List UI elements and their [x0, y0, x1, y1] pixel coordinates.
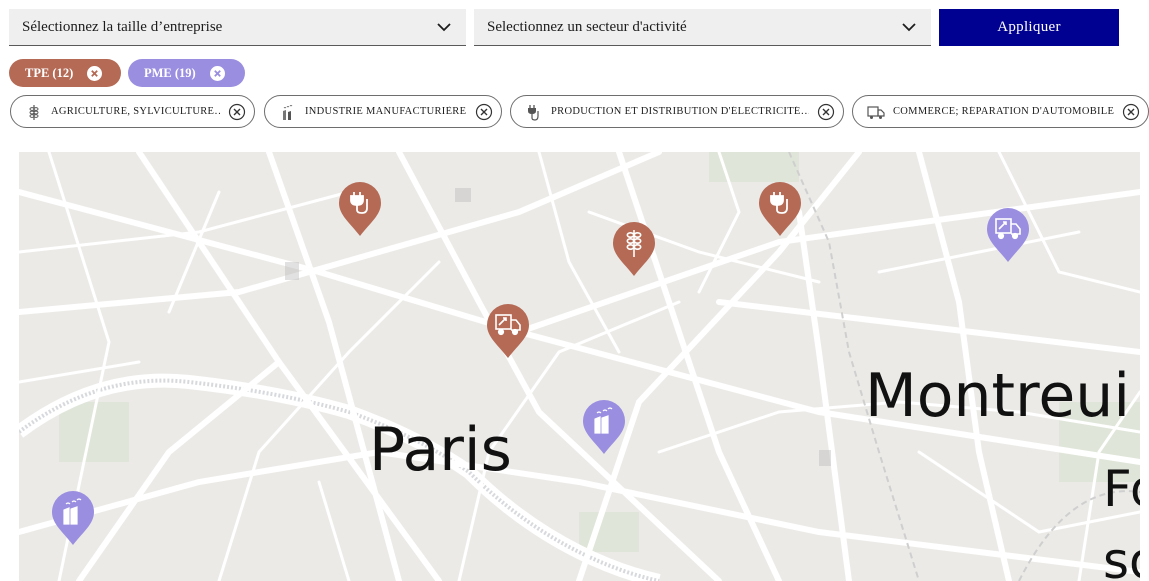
remove-icon[interactable] — [209, 65, 225, 81]
apply-button[interactable]: Appliquer — [939, 9, 1119, 46]
company-size-select[interactable]: Sélectionnez la taille d’entreprise — [9, 9, 466, 46]
map-label-montreuil: Montreui — [865, 361, 1130, 431]
sector-select[interactable]: Selectionnez un secteur d'activité — [474, 9, 931, 46]
remove-icon[interactable] — [228, 103, 246, 121]
tag-label: AGRICULTURE, SYLVICULTURE… — [51, 106, 220, 117]
tag-commerce[interactable]: COMMERCE; RÉPARATION D'AUTOMOBILES… — [852, 95, 1149, 128]
map-marker-pme-industrie[interactable] — [50, 490, 96, 546]
remove-icon[interactable] — [1122, 103, 1140, 121]
tag-label: COMMERCE; RÉPARATION D'AUTOMOBILES… — [893, 106, 1114, 117]
delivery-truck-icon — [455, 188, 471, 202]
chevron-down-icon — [902, 23, 916, 32]
map-label-paris: Paris — [369, 415, 512, 485]
remove-icon[interactable] — [87, 65, 103, 81]
map-marker-tpe-electricite[interactable] — [757, 181, 803, 237]
map-marker-tpe-agriculture[interactable] — [611, 221, 657, 277]
map-marker-tpe-electricite[interactable] — [337, 181, 383, 237]
map-tiles: Paris Montreui Fo so — [19, 152, 1140, 581]
plug-icon — [528, 104, 539, 121]
sector-select-label: Selectionnez un secteur d'activité — [487, 18, 687, 35]
chip-tpe[interactable]: TPE (12) — [9, 59, 121, 87]
chip-pme[interactable]: PME (19) — [128, 59, 245, 87]
plug-icon — [819, 450, 831, 466]
tag-industrie[interactable]: INDUSTRIE MANUFACTURIÈRE — [264, 95, 502, 128]
company-size-select-label: Sélectionnez la taille d’entreprise — [22, 18, 223, 35]
tag-label: INDUSTRIE MANUFACTURIÈRE — [305, 106, 467, 117]
map[interactable]: Paris Montreui Fo so — [19, 152, 1140, 581]
map-label-fo: Fo — [1103, 460, 1140, 518]
map-label-so: so — [1103, 532, 1140, 581]
tag-agriculture[interactable]: AGRICULTURE, SYLVICULTURE… — [10, 95, 255, 128]
remove-icon[interactable] — [475, 103, 493, 121]
tag-electricite[interactable]: PRODUCTION ET DISTRIBUTION D'ÉLECTRICITÉ… — [510, 95, 844, 128]
map-marker-pme-commerce[interactable] — [985, 207, 1031, 263]
map-marker-tpe-commerce[interactable] — [485, 303, 531, 359]
chevron-down-icon — [437, 23, 451, 32]
delivery-truck-icon — [867, 105, 885, 119]
tag-label: PRODUCTION ET DISTRIBUTION D'ÉLECTRICITÉ… — [551, 106, 809, 117]
wheat-icon — [29, 104, 39, 120]
remove-icon[interactable] — [817, 103, 835, 121]
map-marker-pme-industrie[interactable] — [581, 399, 627, 455]
factory-icon — [283, 104, 293, 120]
chip-pme-label: PME (19) — [144, 65, 196, 80]
chip-tpe-label: TPE (12) — [25, 65, 74, 80]
factory-icon — [285, 262, 299, 280]
